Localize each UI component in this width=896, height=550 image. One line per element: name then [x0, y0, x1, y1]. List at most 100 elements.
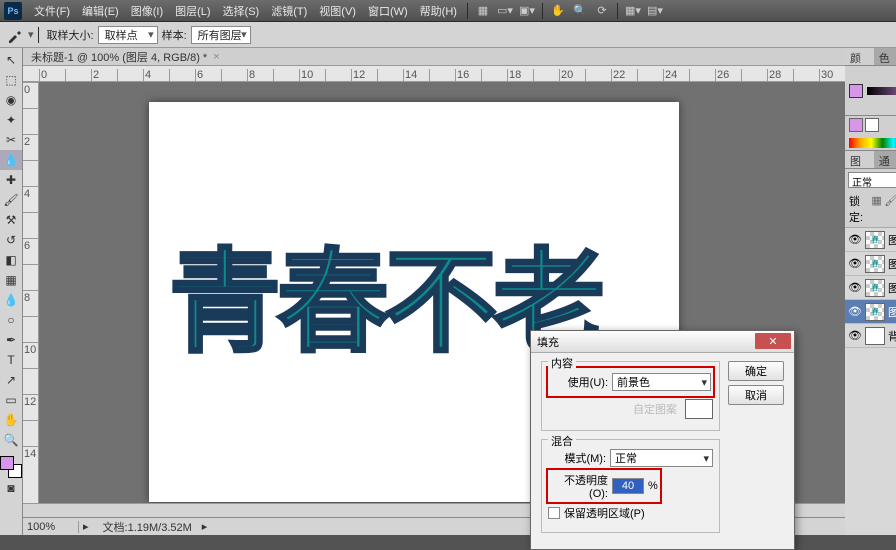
dialog-titlebar[interactable]: 填充 ✕	[531, 331, 794, 353]
mode-select[interactable]: 正常	[610, 449, 713, 467]
color-slider[interactable]	[867, 87, 896, 95]
chevron-down-icon[interactable]: ▾	[28, 28, 34, 41]
brush-tool[interactable]: 🖌	[0, 190, 22, 210]
wand-tool[interactable]: ✦	[0, 110, 22, 130]
tab-layers[interactable]: 图层	[845, 151, 874, 168]
type-tool[interactable]: T	[0, 350, 22, 370]
path-select-tool[interactable]: ↗	[0, 370, 22, 390]
hand-icon[interactable]: ✋	[548, 2, 568, 20]
layer-row[interactable]: 👁春图层 2	[845, 252, 896, 276]
layer-row[interactable]: 👁春图层 3	[845, 228, 896, 252]
layer-thumb[interactable]	[865, 327, 885, 345]
preserve-trans-checkbox[interactable]	[548, 507, 560, 519]
layer-row[interactable]: 👁春图层 4	[845, 300, 896, 324]
color-panel-fg[interactable]	[849, 84, 863, 98]
swatch[interactable]	[865, 118, 879, 132]
lock-paint-icon[interactable]: 🖌	[884, 193, 896, 207]
hand-tool[interactable]: ✋	[0, 410, 22, 430]
move-tool[interactable]: ↖	[0, 50, 22, 70]
rotate-view-icon[interactable]: ⟳	[592, 2, 612, 20]
arrange-docs-icon[interactable]: ▭▾	[495, 2, 515, 20]
rainbow-bar[interactable]	[849, 138, 896, 148]
layer-thumb[interactable]: 春	[865, 279, 885, 297]
tab-swatches[interactable]: 色板	[874, 48, 896, 65]
swatch[interactable]	[849, 118, 863, 132]
screen-mode-icon[interactable]: ▣▾	[517, 2, 537, 20]
blur-tool[interactable]: 💧	[0, 290, 22, 310]
visibility-eye-icon[interactable]: 👁	[848, 281, 862, 294]
crop-tool[interactable]: ✂	[0, 130, 22, 150]
layer-thumb[interactable]: 春	[865, 255, 885, 273]
dodge-tool[interactable]: ○	[0, 310, 22, 330]
layer-list[interactable]: 👁春图层 3👁春图层 2👁春图层 1👁春图层 4👁背景	[845, 228, 896, 535]
blend-mode-select[interactable]: 正常	[848, 172, 896, 188]
custom-pattern-picker[interactable]	[685, 399, 713, 419]
layers-panel: 正常 锁定: ▦ 🖌 ✥ 🔒 👁春图层 3👁春图层 2👁春图层 1👁春图层 4👁…	[845, 169, 896, 535]
gradient-tool[interactable]: ▦	[0, 270, 22, 290]
opacity-suffix: %	[648, 480, 658, 492]
opacity-input[interactable]	[612, 478, 644, 494]
fg-color-swatch[interactable]	[0, 456, 14, 470]
quick-mask-tool[interactable]: ◙	[0, 478, 22, 498]
stamp-tool[interactable]: ⚒	[0, 210, 22, 230]
layer-row[interactable]: 👁春图层 1	[845, 276, 896, 300]
ruler-vertical[interactable]: 02468101214	[23, 82, 39, 503]
color-panel	[845, 66, 896, 116]
document-tab[interactable]: 未标题-1 @ 100% (图层 4, RGB/8) * ×	[23, 48, 845, 66]
heal-tool[interactable]: ✚	[0, 170, 22, 190]
menu-window[interactable]: 窗口(W)	[362, 3, 414, 19]
tab-color[interactable]: 颜色	[845, 48, 874, 65]
cancel-button[interactable]: 取消	[728, 385, 784, 405]
menu-file[interactable]: 文件(F)	[28, 3, 76, 19]
extras-icon[interactable]: ▦▾	[623, 2, 643, 20]
pen-tool[interactable]: ✒	[0, 330, 22, 350]
color-swatches[interactable]	[0, 456, 22, 478]
zoom-icon[interactable]: 🔍	[570, 2, 590, 20]
visibility-eye-icon[interactable]: 👁	[848, 257, 862, 270]
visibility-eye-icon[interactable]: 👁	[848, 305, 862, 318]
close-button[interactable]: ✕	[755, 333, 791, 349]
zoom-tool[interactable]: 🔍	[0, 430, 22, 450]
lasso-tool[interactable]: ◉	[0, 90, 22, 110]
ok-button[interactable]: 确定	[728, 361, 784, 381]
use-select[interactable]: 前景色	[612, 373, 711, 391]
menu-image[interactable]: 图像(I)	[125, 3, 169, 19]
menu-edit[interactable]: 编辑(E)	[76, 3, 125, 19]
info-chevron-icon[interactable]: ▸	[202, 520, 208, 533]
eyedropper-icon	[6, 26, 24, 44]
expand-icon[interactable]: ▸	[79, 520, 93, 533]
visibility-eye-icon[interactable]: 👁	[848, 233, 862, 246]
divider	[617, 3, 618, 19]
sample-size-select[interactable]: 取样点	[98, 26, 158, 44]
content-legend: 内容	[548, 355, 576, 371]
menu-view[interactable]: 视图(V)	[313, 3, 362, 19]
sample-layers-select[interactable]: 所有图层	[191, 26, 251, 44]
highlight-opacity-row: 不透明度(O): %	[546, 468, 662, 504]
launch-bridge-icon[interactable]: ▦	[473, 2, 493, 20]
layer-thumb[interactable]: 春	[865, 303, 885, 321]
document-tab-label: 未标题-1 @ 100% (图层 4, RGB/8) *	[31, 49, 207, 65]
eyedropper-tool[interactable]: 💧	[0, 150, 22, 170]
close-icon[interactable]: ×	[213, 51, 219, 63]
guides-icon[interactable]: ▤▾	[645, 2, 665, 20]
visibility-eye-icon[interactable]: 👁	[848, 329, 862, 342]
layer-name: 图层 2	[888, 256, 896, 272]
layer-thumb[interactable]: 春	[865, 231, 885, 249]
menu-select[interactable]: 选择(S)	[217, 3, 266, 19]
zoom-input[interactable]: 100%	[23, 521, 79, 533]
layer-row[interactable]: 👁背景	[845, 324, 896, 348]
tab-channels[interactable]: 通道	[874, 151, 896, 168]
eraser-tool[interactable]: ◧	[0, 250, 22, 270]
menu-filter[interactable]: 滤镜(T)	[265, 3, 313, 19]
shape-tool[interactable]: ▭	[0, 390, 22, 410]
ruler-horizontal[interactable]: 024681012141618202224262830	[23, 66, 845, 82]
menu-layer[interactable]: 图层(L)	[169, 3, 216, 19]
lock-trans-icon[interactable]: ▦	[871, 193, 882, 207]
marquee-tool[interactable]: ⬚	[0, 70, 22, 90]
history-brush-tool[interactable]: ↺	[0, 230, 22, 250]
layer-name: 图层 1	[888, 280, 896, 296]
menu-help[interactable]: 帮助(H)	[414, 3, 463, 19]
ps-logo[interactable]: Ps	[4, 2, 22, 20]
divider	[38, 27, 39, 43]
layer-name: 图层 4	[888, 304, 896, 320]
